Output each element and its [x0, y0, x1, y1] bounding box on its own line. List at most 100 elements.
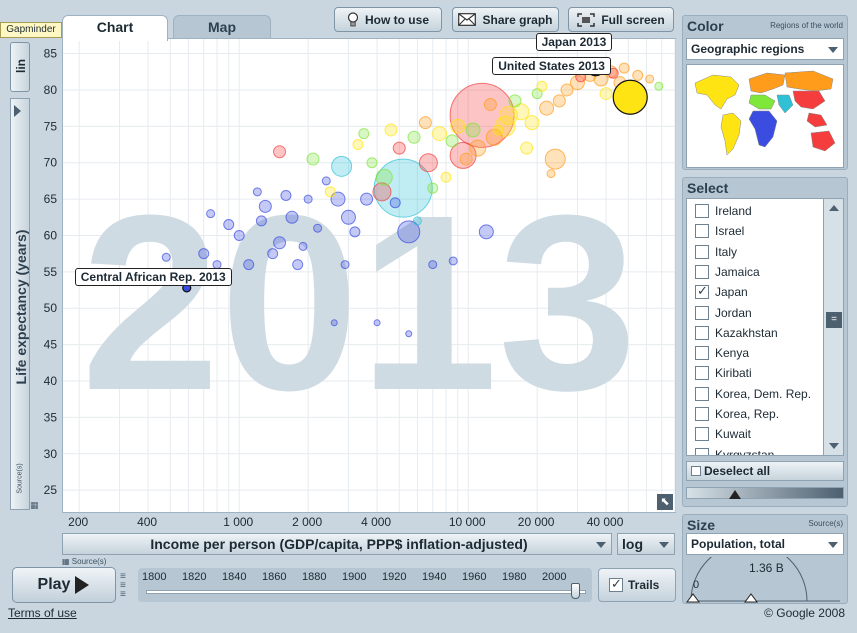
select-checkbox[interactable]	[695, 407, 709, 421]
select-checkbox[interactable]	[695, 264, 709, 279]
select-item[interactable]: Jordan	[695, 303, 752, 323]
select-checkbox[interactable]	[695, 427, 709, 442]
bubble	[544, 148, 566, 170]
bubble	[478, 224, 494, 240]
bubble	[392, 141, 406, 155]
select-checkbox[interactable]	[695, 386, 709, 401]
select-item[interactable]: Ireland	[695, 201, 752, 221]
callout-united-states[interactable]: United States 2013	[492, 57, 611, 76]
timeline-year-label: 1880	[302, 571, 327, 583]
chevron-down-icon	[828, 542, 838, 548]
y-source-label[interactable]: Source(s)	[17, 454, 24, 504]
select-checkbox[interactable]	[695, 224, 709, 239]
size-dropdown[interactable]: Population, total	[686, 533, 844, 555]
color-panel: Color Regions of the world Geographic re…	[682, 15, 848, 170]
select-item[interactable]: Kuwait	[695, 424, 751, 444]
select-title: Select	[687, 180, 729, 196]
timeline-track[interactable]: 1800 1820 1840 1860 1880 1900 1920 1940 1960 1980…	[138, 568, 592, 602]
bubble	[560, 83, 574, 97]
select-list: Ireland Israel Italy Jamaica ✓ Japan Jordan Kaz…	[686, 198, 844, 456]
size-max-handle[interactable]	[744, 593, 758, 603]
callout-central-african-rep[interactable]: Central African Rep. 2013	[74, 267, 232, 286]
select-item[interactable]: ✓ Japan	[695, 282, 748, 302]
bubble	[539, 100, 555, 116]
copyright: © Google 2008	[764, 606, 845, 620]
play-icon	[75, 576, 90, 594]
x-source-label[interactable]: ▦ Source(s)	[62, 557, 106, 566]
bubble	[233, 229, 245, 241]
size-min-handle[interactable]	[686, 593, 700, 603]
opacity-handle[interactable]	[729, 490, 741, 499]
bubble	[632, 69, 644, 81]
select-checkbox[interactable]	[695, 305, 709, 320]
bubble	[448, 256, 458, 266]
select-item-label: Kiribati	[715, 366, 752, 381]
play-label: Play	[37, 576, 71, 593]
select-item[interactable]: Israel	[695, 221, 744, 241]
checkmark-icon: ✓	[697, 283, 708, 299]
select-scrollbar[interactable]: =	[823, 199, 843, 455]
select-item[interactable]: Kiribati	[695, 363, 752, 383]
timeline-handle[interactable]	[571, 583, 580, 599]
select-checkbox[interactable]	[695, 244, 709, 259]
select-checkbox[interactable]	[695, 366, 709, 381]
select-item[interactable]: Korea, Dem. Rep.	[695, 384, 811, 404]
share-graph-button[interactable]: Share graph	[452, 7, 559, 32]
bubble	[280, 189, 292, 201]
region-map[interactable]	[686, 64, 844, 168]
trails-toggle[interactable]: ✓ Trails	[598, 568, 676, 602]
bubble	[324, 186, 336, 198]
timeline-rail	[146, 590, 586, 594]
timeline-year-label: 1860	[262, 571, 287, 583]
select-checkbox[interactable]: ✓	[695, 283, 709, 300]
speed-slider-icon[interactable]: ≡ ≡ ≡	[120, 572, 134, 600]
tab-chart[interactable]: Chart	[62, 15, 168, 41]
bubble	[546, 169, 556, 179]
y-axis-dropdown[interactable]: Life expectancy (years) Source(s)	[10, 98, 30, 510]
bubble	[432, 126, 448, 142]
bubble	[389, 197, 401, 209]
x-scale-dropdown[interactable]: log	[617, 533, 675, 555]
bubble	[384, 123, 398, 137]
bubble	[412, 216, 422, 226]
tab-map[interactable]: Map	[173, 15, 271, 39]
color-dropdown[interactable]: Geographic regions	[686, 38, 844, 60]
select-item[interactable]: Italy	[695, 242, 737, 262]
select-checkbox[interactable]	[695, 447, 709, 455]
bubble	[524, 115, 540, 131]
select-checkbox[interactable]	[695, 346, 709, 361]
full-screen-button[interactable]: Full screen	[568, 7, 674, 32]
select-item[interactable]: Jamaica	[695, 262, 760, 282]
bubble	[552, 94, 566, 108]
select-item[interactable]: Kenya	[695, 343, 749, 363]
how-to-use-button[interactable]: How to use	[334, 7, 442, 32]
select-item[interactable]: Kazakhstan	[695, 323, 778, 343]
bubble	[306, 152, 320, 166]
size-source-label[interactable]: Source(s)	[808, 519, 843, 528]
select-item[interactable]: Kyrgyzstan	[695, 445, 774, 455]
scroll-down-icon[interactable]	[829, 443, 839, 449]
callout-japan[interactable]: Japan 2013	[535, 32, 613, 51]
gapminder-badge: Gapminder	[0, 22, 62, 38]
scroll-up-icon[interactable]	[829, 205, 839, 211]
bubble	[352, 139, 364, 151]
bubble	[243, 259, 255, 271]
timeline-year-label: 1960	[462, 571, 487, 583]
fullscreen-icon	[577, 12, 596, 27]
play-button[interactable]: Play	[12, 567, 116, 603]
scroll-thumb[interactable]: =	[826, 312, 842, 328]
trails-checkbox[interactable]: ✓	[609, 576, 623, 592]
y-scale-button[interactable]: lin	[10, 42, 30, 92]
zoom-corner-icon[interactable]: ⬉	[657, 494, 673, 510]
y-source-icon[interactable]: ▦	[30, 500, 40, 510]
select-checkbox[interactable]	[695, 325, 709, 340]
y-tick-label: 60	[44, 228, 58, 242]
deselect-all-checkbox	[691, 466, 701, 476]
terms-of-use-link[interactable]: Terms of use	[8, 606, 77, 620]
opacity-slider[interactable]	[686, 487, 844, 499]
deselect-all-button[interactable]: Deselect all	[686, 461, 844, 481]
timeline-year-label: 2000	[542, 571, 567, 583]
select-item[interactable]: Korea, Rep.	[695, 404, 779, 424]
x-axis-dropdown[interactable]: Income per person (GDP/capita, PPP$ infl…	[62, 533, 612, 555]
select-checkbox[interactable]	[695, 204, 709, 218]
